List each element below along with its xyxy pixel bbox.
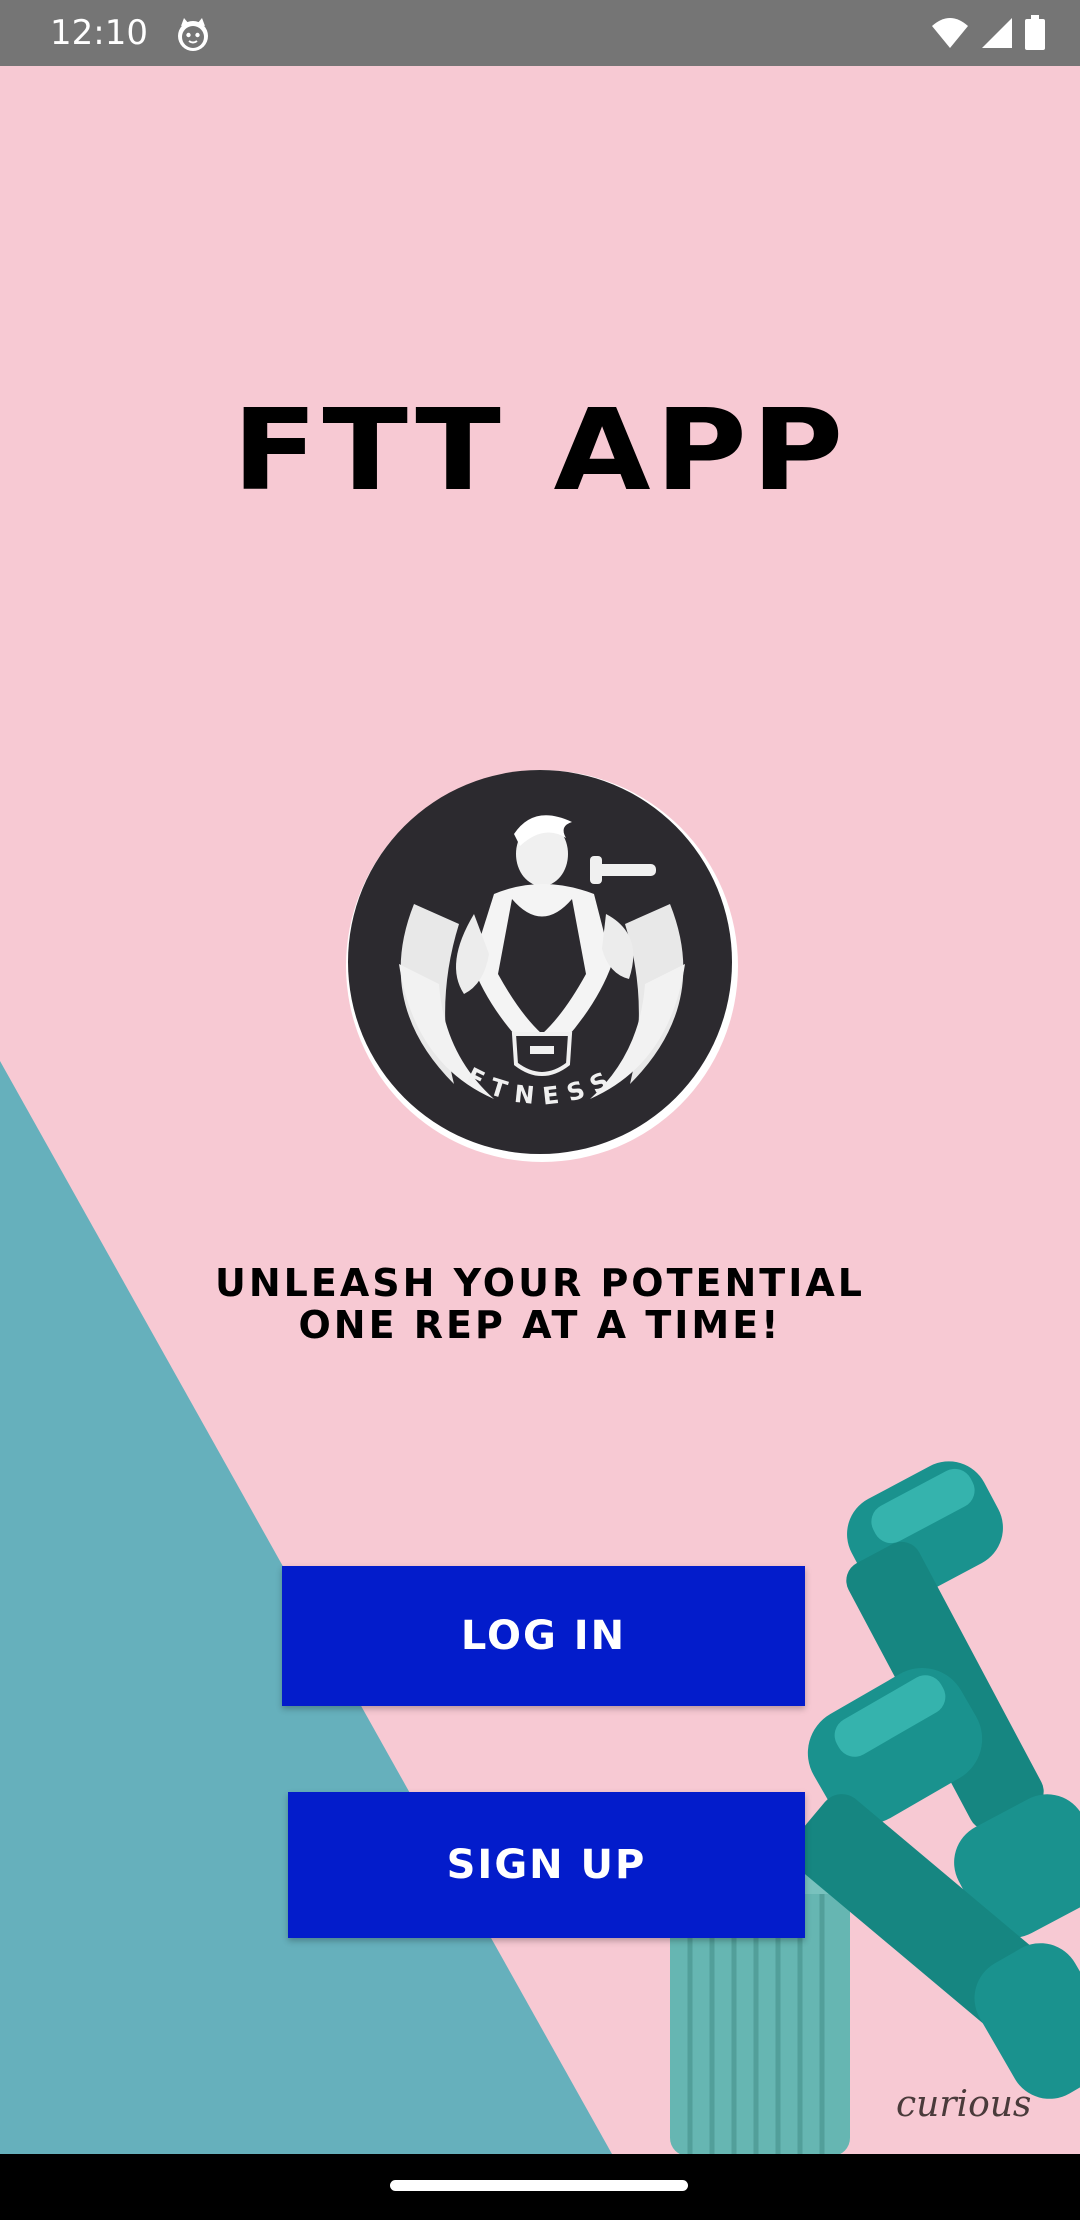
tagline-line-2: ONE REP AT A TIME! <box>298 1303 782 1347</box>
app-title: FTT APP <box>232 386 848 516</box>
battery-icon <box>1025 15 1045 50</box>
watermark-text: curious <box>896 2084 1032 2125</box>
status-bar: 12:10 <box>0 0 1080 66</box>
tagline: UNLEASH YOUR POTENTIAL ONE REP AT A TIME… <box>0 1262 1080 1346</box>
navigation-bar <box>0 2154 1080 2220</box>
home-indicator[interactable] <box>390 2180 688 2191</box>
cat-icon <box>178 18 208 51</box>
welcome-screen: FTT APP FTNESS UNLEASH YOUR POTENTIAL ON… <box>0 66 1080 2154</box>
wifi-icon <box>932 18 968 48</box>
signup-button[interactable]: SIGN UP <box>288 1792 805 1938</box>
tagline-line-1: UNLEASH YOUR POTENTIAL <box>215 1261 865 1305</box>
status-time: 12:10 <box>50 13 148 53</box>
login-button[interactable]: LOG IN <box>282 1566 805 1706</box>
watermark-logo: curious <box>896 2084 1031 2125</box>
signal-icon <box>982 18 1012 48</box>
status-icons <box>930 12 1046 54</box>
fitness-logo-icon: FTNESS <box>346 770 738 1162</box>
